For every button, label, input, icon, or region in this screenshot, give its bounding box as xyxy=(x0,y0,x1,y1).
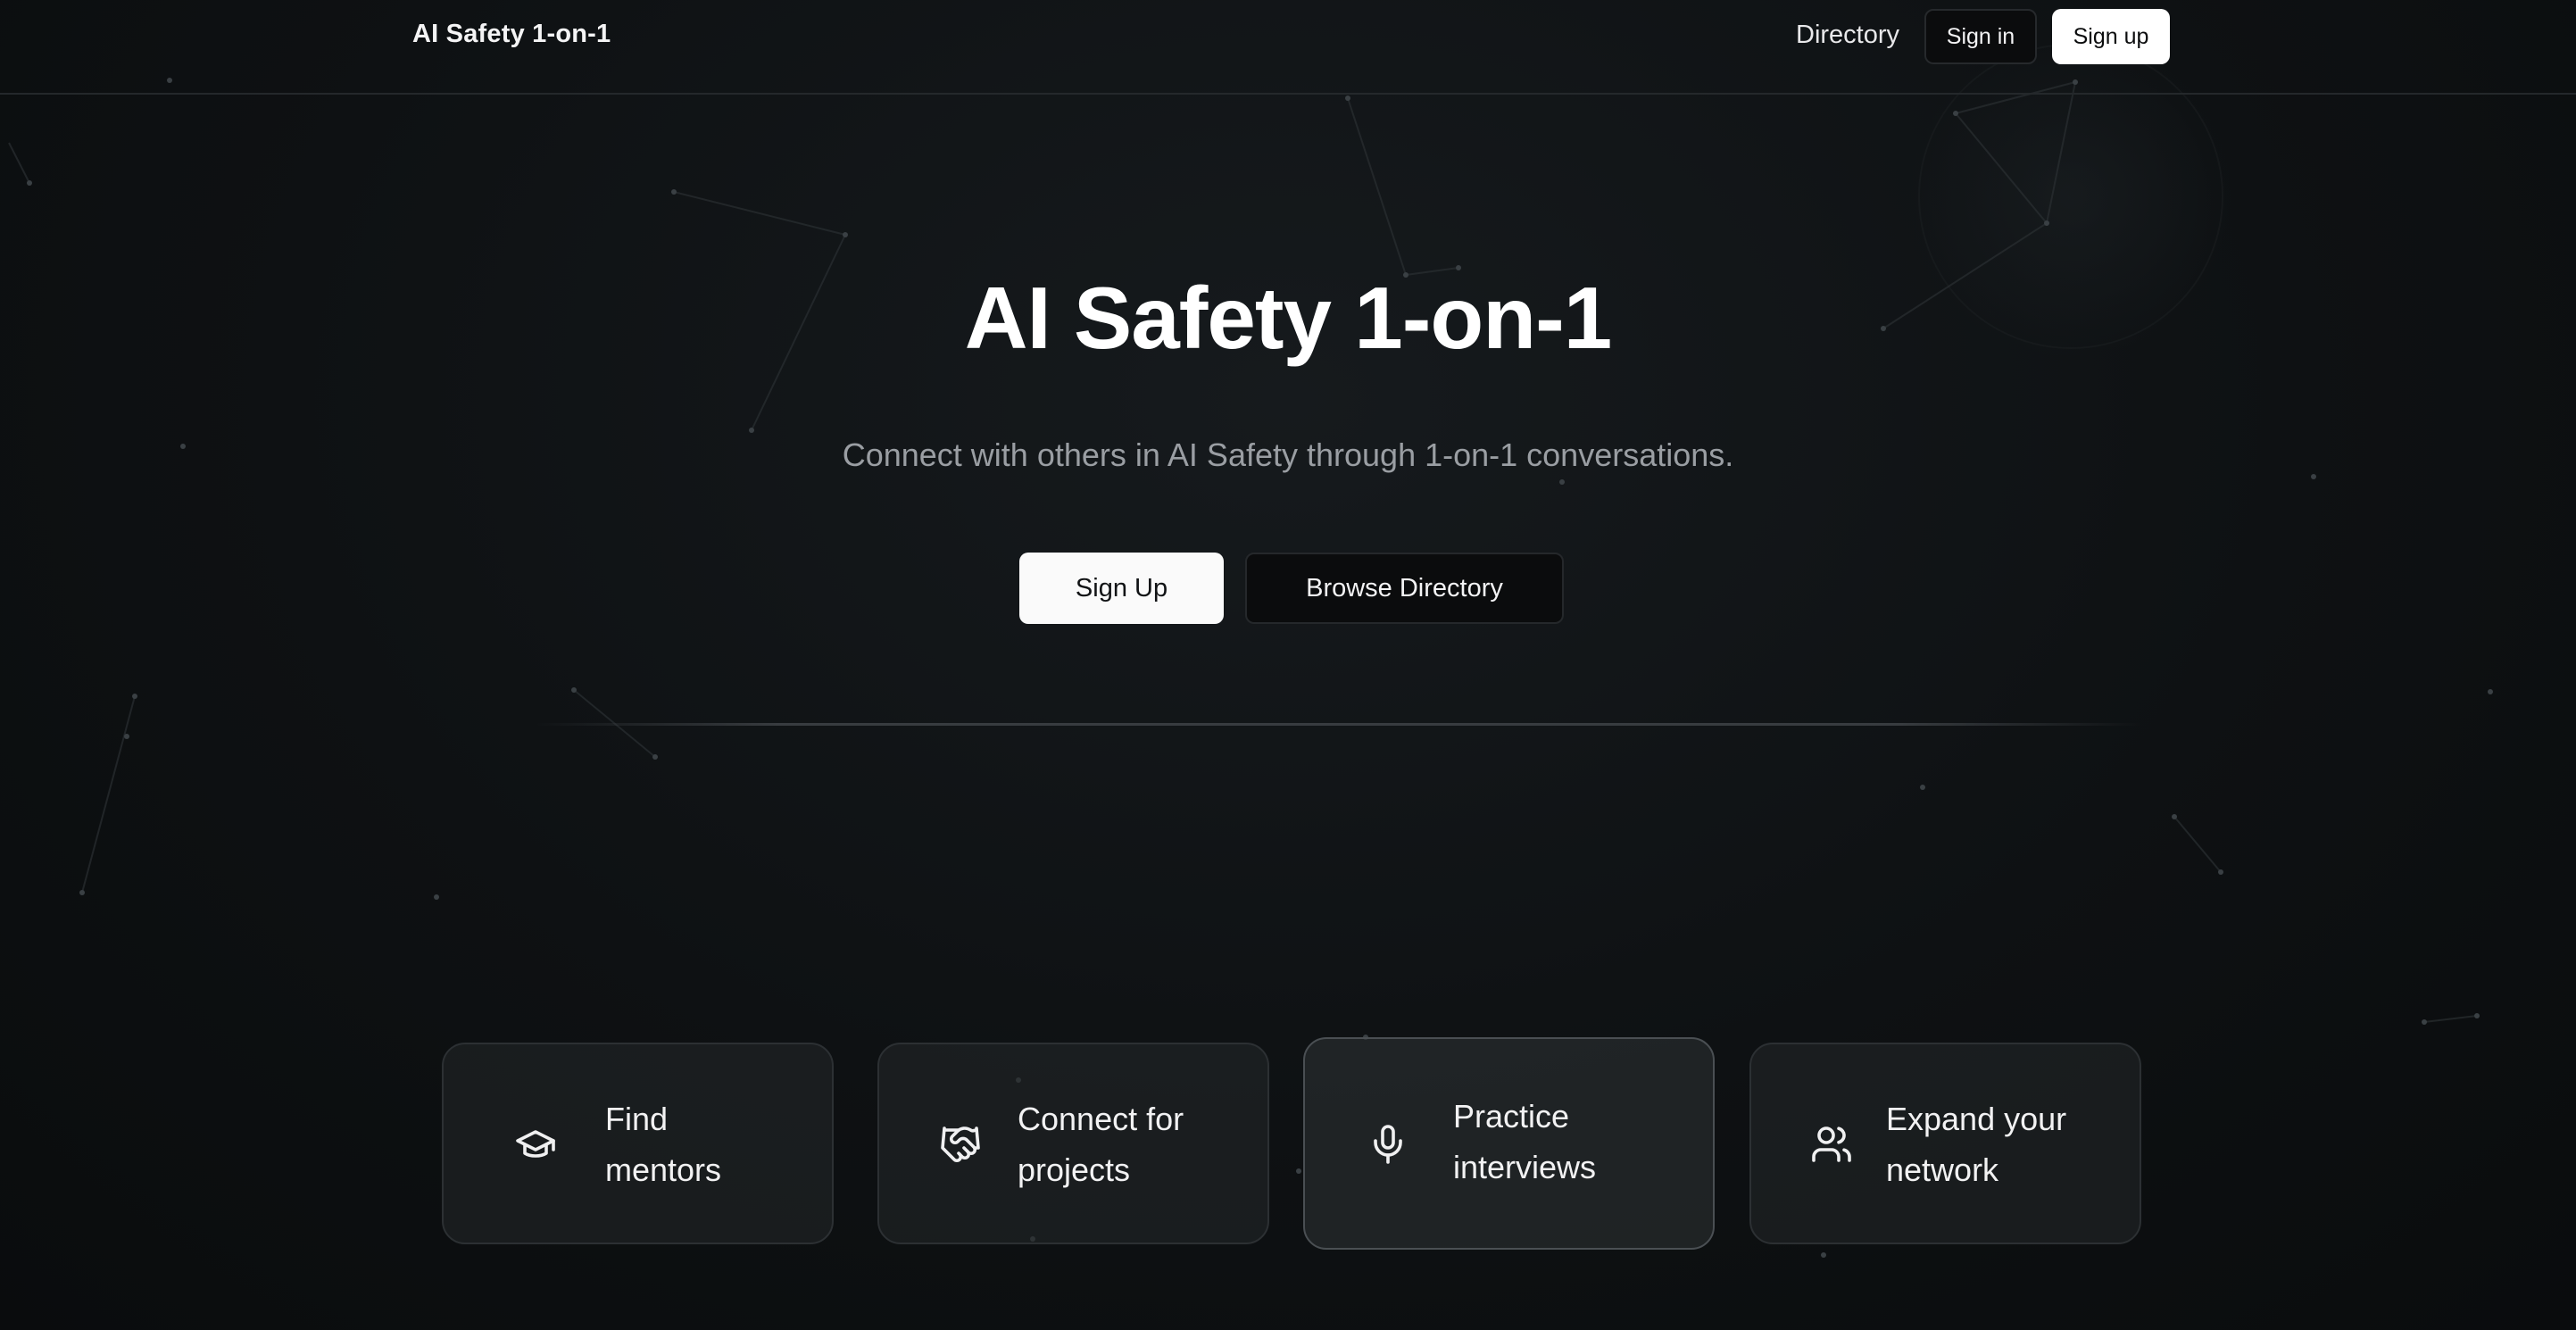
microphone-icon xyxy=(1363,1119,1413,1169)
hero-title: AI Safety 1-on-1 xyxy=(964,269,1613,367)
feature-label-line: Connect for xyxy=(1018,1101,1184,1137)
top-nav-bar: AI Safety 1-on-1 Directory Sign in Sign … xyxy=(0,0,2576,95)
feature-label-line: mentors xyxy=(605,1151,722,1188)
feature-card-label: Practice interviews xyxy=(1453,1091,1694,1193)
feature-label-line: Expand your xyxy=(1886,1101,2067,1137)
sign-in-button-label: Sign in xyxy=(1946,23,2015,49)
feature-card-expand-network[interactable]: Expand your network xyxy=(1749,1043,2141,1244)
sign-in-button[interactable]: Sign in xyxy=(1924,9,2037,64)
feature-card-label: Connect for projects xyxy=(1018,1093,1259,1195)
section-divider xyxy=(536,723,2142,726)
background-network-pattern xyxy=(8,36,2493,1258)
brand-logo-text[interactable]: AI Safety 1-on-1 xyxy=(412,20,611,49)
feature-label-line: interviews xyxy=(1453,1149,1597,1185)
browse-directory-button[interactable]: Browse Directory xyxy=(1245,553,1564,624)
feature-card-connect-projects[interactable]: Connect for projects xyxy=(877,1043,1269,1244)
feature-label-line: Practice xyxy=(1453,1098,1570,1135)
sign-up-nav-button[interactable]: Sign up xyxy=(2052,9,2170,64)
sign-up-nav-button-label: Sign up xyxy=(2073,23,2149,49)
browse-directory-label: Browse Directory xyxy=(1306,573,1503,603)
feature-card-label: Expand your network xyxy=(1886,1093,2127,1195)
hero-subtitle: Connect with others in AI Safety through… xyxy=(842,436,1734,473)
handshake-icon xyxy=(935,1119,985,1169)
sign-up-cta-button[interactable]: Sign Up xyxy=(1019,553,1224,624)
nav-link-directory[interactable]: Directory xyxy=(1796,21,1899,50)
graduation-cap-icon xyxy=(511,1119,561,1169)
feature-label-line: Find xyxy=(605,1101,669,1137)
users-icon xyxy=(1807,1119,1857,1169)
feature-label-line: projects xyxy=(1018,1151,1131,1188)
feature-card-label: Find mentors xyxy=(605,1093,810,1195)
feature-label-line: network xyxy=(1886,1151,1999,1188)
feature-card-find-mentors[interactable]: Find mentors xyxy=(442,1043,834,1244)
sign-up-cta-label: Sign Up xyxy=(1075,573,1168,603)
feature-card-practice-interviews[interactable]: Practice interviews xyxy=(1303,1037,1715,1250)
